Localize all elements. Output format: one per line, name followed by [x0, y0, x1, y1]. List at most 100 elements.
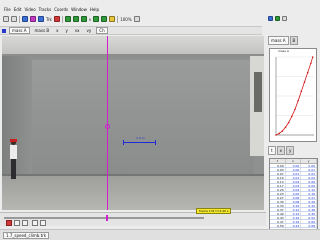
table-cell: 0.09 [301, 184, 317, 188]
plot-point[interactable] [287, 121, 290, 124]
menu-help[interactable]: Help [90, 6, 99, 13]
table-cell: 0.10 [270, 176, 286, 180]
coordinate-axis[interactable] [107, 36, 108, 210]
menu-edit[interactable]: Edit [14, 6, 22, 13]
notes-icon[interactable] [109, 16, 116, 22]
table-cell: 0.00 [286, 164, 302, 168]
right-panel: mass A B mass A t x y txy 0.00 0.00 0.00 0.… [266, 14, 320, 240]
right-panel-toolbar [266, 14, 320, 23]
toolbar-divider [117, 15, 119, 23]
create-track-icon[interactable] [53, 16, 60, 22]
plot-point[interactable] [275, 134, 277, 136]
table-cell: 0.04 [301, 176, 317, 180]
plot-point[interactable] [297, 99, 299, 102]
tracker-window: File Edit Video Tracks Coords Window Hel… [0, 0, 320, 240]
table-cell: 0.16 [301, 192, 317, 196]
plot-point[interactable] [306, 71, 309, 74]
acceleration-icon[interactable] [101, 16, 108, 22]
table-cell: 0.19 [286, 220, 302, 224]
panel-view-icon[interactable] [268, 16, 273, 21]
plot-point[interactable] [284, 126, 287, 128]
track-chip-b[interactable]: mass B [33, 28, 52, 33]
calibration-stick[interactable] [124, 142, 155, 143]
table-tab-y[interactable]: y [285, 146, 295, 155]
menu-tracks[interactable]: Tracks [39, 6, 52, 13]
table-cell: 0.50 [270, 224, 286, 228]
step-forward-button[interactable] [22, 220, 28, 226]
track-label[interactable]: Trk [46, 17, 52, 22]
tab-plot-mass-a[interactable]: mass A [268, 36, 289, 45]
menu-coords[interactable]: Coords [54, 6, 68, 13]
velocity-icon[interactable] [93, 16, 100, 22]
calibration-stick-end-right[interactable] [155, 140, 156, 145]
video-wall-left [2, 56, 32, 176]
track-control-bar: mass A mass B x y vx vy Ch [0, 26, 262, 35]
zoom-icon[interactable] [133, 16, 140, 22]
track-chip-vy[interactable]: vy [85, 28, 94, 33]
table-column-header[interactable]: t [270, 159, 286, 163]
data-table[interactable]: txy 0.00 0.00 0.00 0.03 0.00 0.01 0.07 0.01 0.02… [269, 158, 318, 240]
axis-origin-handle[interactable] [105, 124, 110, 129]
panel-menu-icon[interactable] [282, 16, 287, 21]
zoom-readout[interactable]: 100% [120, 17, 131, 22]
points-icon[interactable] [80, 16, 87, 22]
menu-bar: File Edit Video Tracks Coords Window Hel… [0, 6, 320, 13]
table-cell: 0.17 [270, 184, 286, 188]
frame-slider[interactable] [4, 217, 204, 219]
table-cell: 0.43 [270, 216, 286, 220]
table-tab-x[interactable]: x [276, 146, 285, 155]
plot-point[interactable] [300, 90, 303, 93]
track-chip-vx[interactable]: vx [73, 28, 82, 33]
table-cell: 0.37 [270, 208, 286, 212]
calibration-icon[interactable] [38, 16, 44, 22]
main-toolbar: Trk v 100% [0, 14, 262, 24]
table-cell: 0.00 [270, 164, 286, 168]
table-column-header[interactable]: y [301, 159, 317, 163]
plot-point[interactable] [310, 62, 312, 65]
table-cell: 0.05 [286, 192, 302, 196]
video-panel[interactable]: 1.0 m [2, 36, 264, 210]
file-tab[interactable]: 1.7_speed_climb.trk [3, 232, 50, 239]
toolbar-divider [61, 15, 63, 23]
panel-refresh-icon[interactable] [275, 16, 280, 21]
plot-point[interactable] [278, 132, 280, 135]
track-chip-x[interactable]: x [54, 28, 60, 33]
player-controls [0, 212, 266, 226]
calibration-stick-label: 1.0 m [136, 136, 145, 140]
plot-canvas [275, 56, 314, 136]
plot-point[interactable] [303, 81, 306, 83]
clip-settings-icon[interactable] [22, 16, 28, 22]
table-cell: 0.01 [301, 168, 317, 172]
reset-button[interactable] [32, 220, 38, 226]
open-icon[interactable] [3, 16, 9, 22]
track-chip-y[interactable]: y [63, 28, 69, 33]
play-button[interactable] [6, 220, 12, 226]
track-selector[interactable]: mass A [9, 27, 30, 34]
menu-window[interactable]: Window [71, 6, 87, 13]
frame-slider-thumb[interactable] [106, 215, 108, 221]
step-back-button[interactable] [14, 220, 20, 226]
position-plot[interactable]: mass A [269, 48, 317, 142]
table-cell: 0.45 [301, 212, 317, 216]
trail-icon[interactable] [64, 16, 71, 22]
table-cell: 0.00 [301, 164, 317, 168]
selected-point-field[interactable]: Ch [96, 27, 108, 34]
vector-label[interactable]: v [89, 17, 91, 22]
person-legs [11, 159, 16, 179]
table-column-header[interactable]: x [286, 159, 302, 163]
plot-point[interactable] [291, 115, 293, 118]
axes-icon[interactable] [30, 16, 36, 22]
tab-plot-mass-b[interactable]: B [289, 36, 299, 45]
video-floor [2, 176, 264, 210]
plot-point[interactable] [311, 56, 314, 58]
save-icon[interactable] [11, 16, 17, 22]
plot-point[interactable] [294, 108, 296, 111]
loop-button[interactable] [40, 220, 46, 226]
plot-tabs: mass A B [268, 36, 318, 45]
plot-title: mass A [278, 49, 289, 53]
menu-file[interactable]: File [4, 6, 11, 13]
menu-video[interactable]: Video [24, 6, 35, 13]
table-tab-t[interactable]: t [268, 146, 276, 155]
plot-point[interactable] [281, 130, 284, 132]
labels-icon[interactable] [72, 16, 79, 22]
